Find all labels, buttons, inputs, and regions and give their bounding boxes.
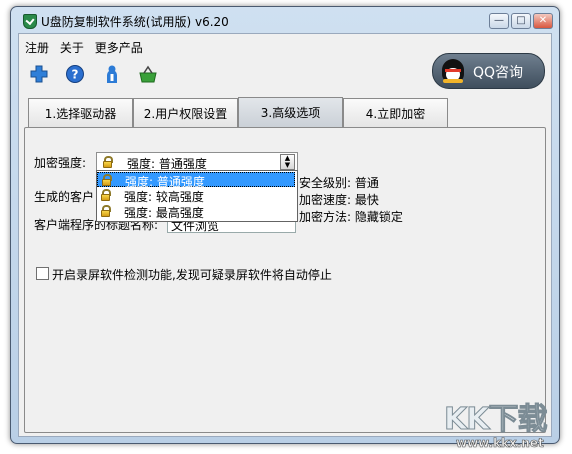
menu-bar: 注册 关于 更多产品 [25,39,150,55]
qq-penguin-icon [442,59,464,83]
watermark-text: KK下载 [444,402,548,438]
svg-text:?: ? [72,68,79,82]
encrypt-speed-text: 加密速度: 最快 [299,193,379,207]
encrypt-strength-select[interactable]: 强度: 普通强度 ▲ ▼ [96,152,298,172]
lock-icon [101,189,111,201]
option-normal-strength[interactable]: 强度: 普通强度 [97,172,295,189]
menu-register[interactable]: 注册 [25,39,49,56]
generated-client-label: 生成的客户 [34,190,95,204]
watermark-url: www.kkx.net [456,436,544,451]
tab-encrypt-now[interactable]: 4.立即加密 [343,98,448,128]
screen-record-checkbox-label[interactable]: 开启录屏软件检测功能,发现可疑录屏软件将自动停止 [52,266,332,283]
lock-icon [102,174,112,186]
app-window: U盘防复制软件系统(试用版) v6.20 — □ ✕ 注册 关于 更多产品 ? [10,6,560,444]
option-highest-strength[interactable]: 强度: 最高强度 [97,204,295,220]
client-area: 注册 关于 更多产品 ? QQ咨询 1.选择驱动器 2.用户权限设置 3.高级选… [18,33,552,437]
maximize-button[interactable]: □ [511,13,531,29]
lock-icon [103,156,113,168]
tab-select-drive[interactable]: 1.选择驱动器 [28,98,133,128]
security-level-text: 安全级别: 普通 [299,176,379,190]
user-icon[interactable] [102,64,122,84]
watermark-logo: KK下载 www.kkx.net [444,394,568,452]
option-label: 强度: 较高强度 [124,190,204,204]
option-label: 强度: 最高强度 [124,206,204,220]
tab-advanced-options[interactable]: 3.高级选项 [238,97,343,129]
plus-icon[interactable] [29,64,49,84]
dropdown-spin-icon[interactable]: ▲ ▼ [280,154,295,170]
advanced-options-panel: 加密强度: 强度: 普通强度 ▲ ▼ 强度: 普通强度 强度: 较高强度 强度: … [24,127,546,433]
shield-icon [23,14,37,29]
tab-user-permissions[interactable]: 2.用户权限设置 [133,98,238,128]
encrypt-method-text: 加密方法: 隐藏锁定 [299,210,403,224]
menu-more-products[interactable]: 更多产品 [95,39,143,56]
title-bar[interactable]: U盘防复制软件系统(试用版) v6.20 — □ ✕ [11,7,559,33]
minimize-button[interactable]: — [489,13,509,29]
close-button[interactable]: ✕ [533,13,553,29]
qq-consult-label: QQ咨询 [473,65,524,81]
help-icon[interactable]: ? [65,64,85,84]
encrypt-strength-dropdown: 强度: 普通强度 强度: 较高强度 强度: 最高强度 [96,170,298,222]
screen-record-checkbox[interactable] [36,267,49,280]
basket-icon[interactable] [138,64,158,84]
window-title: U盘防复制软件系统(试用版) v6.20 [41,15,229,29]
lock-icon [101,205,111,217]
encrypt-strength-label: 加密强度: [34,156,87,170]
qq-consult-button[interactable]: QQ咨询 [432,53,545,89]
menu-about[interactable]: 关于 [60,39,84,56]
option-higher-strength[interactable]: 强度: 较高强度 [97,188,295,204]
